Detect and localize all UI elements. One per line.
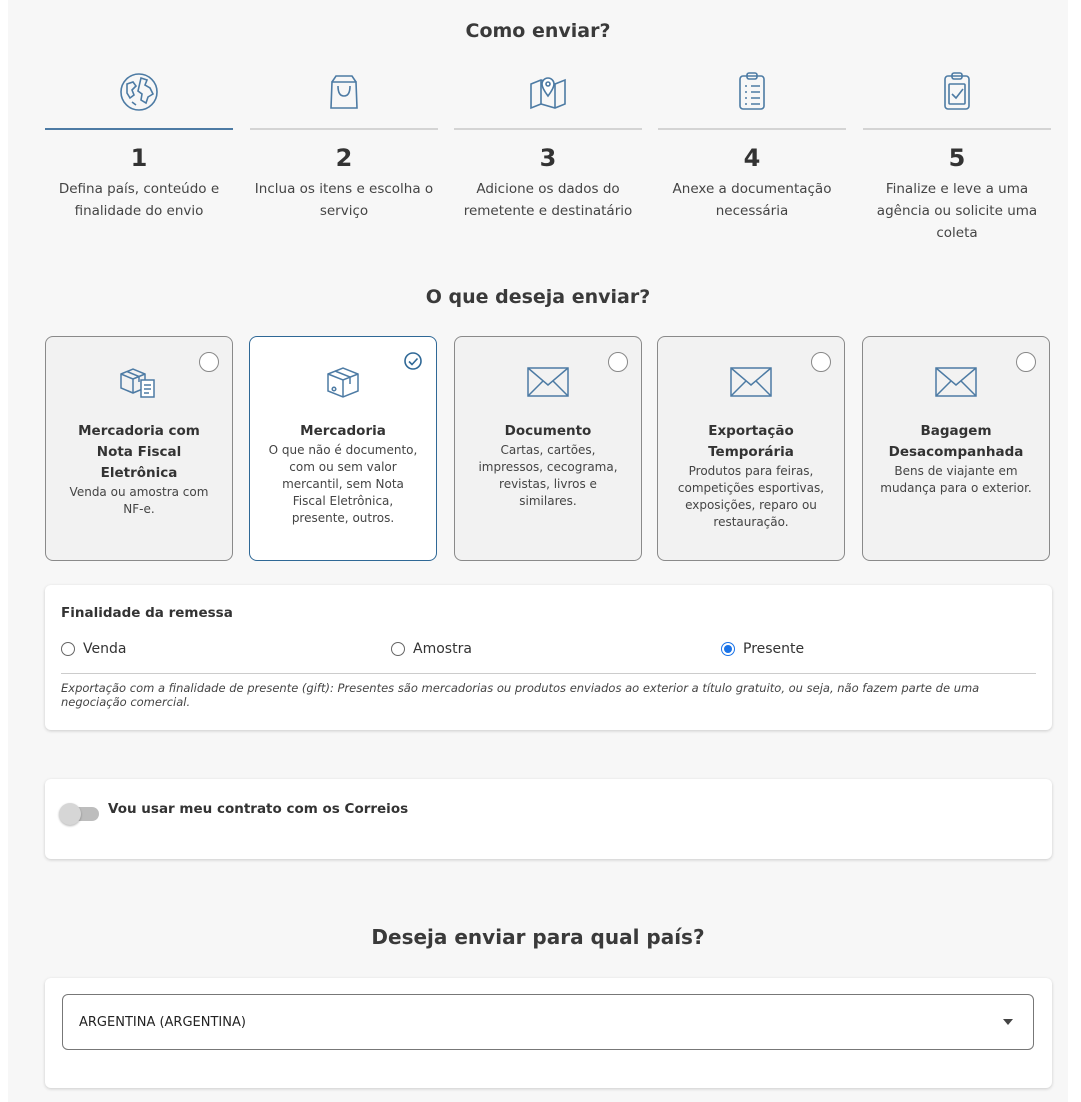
option-card-document[interactable]: Documento Cartas, cartões, impressos, ce… (454, 336, 642, 561)
option-description: Cartas, cartões, impressos, cecograma, r… (478, 443, 618, 508)
page-container: Como enviar? 1 Defina país, conteúdo e f… (8, 0, 1068, 1102)
globe-icon (120, 73, 158, 111)
map-pin-icon (530, 77, 566, 110)
option-card-temporary-export[interactable]: Exportação Temporária Produtos para feir… (657, 336, 845, 561)
contract-toggle[interactable] (59, 802, 101, 825)
country-panel: ARGENTINA (ARGENTINA) (45, 978, 1052, 1088)
step-3: 3 Adicione os dados do remetente e desti… (454, 70, 642, 222)
purpose-note: Exportação com a finalidade de presente … (61, 681, 980, 709)
step-1: 1 Defina país, conteúdo e finalidade do … (45, 70, 233, 222)
step-number: 1 (130, 144, 148, 172)
purpose-panel: Finalidade da remessa Venda Amostra Pres… (45, 585, 1052, 730)
check-circle-icon (404, 352, 422, 370)
divider (61, 673, 1036, 674)
option-card-unaccompanied-baggage[interactable]: Bagagem Desacompanhada Bens de viajante … (862, 336, 1050, 561)
purpose-option-sale[interactable]: Venda (61, 641, 126, 657)
option-title: Mercadoria com Nota Fiscal Eletrônica (78, 423, 200, 481)
step-number: 3 (539, 144, 557, 172)
radio-label: Venda (83, 641, 127, 657)
purpose-option-sample[interactable]: Amostra (391, 641, 472, 657)
country-title: Deseja enviar para qual país? (371, 925, 705, 949)
radio-label: Presente (743, 641, 805, 657)
option-card-merchandise[interactable]: Mercadoria O que não é documento, com ou… (249, 336, 437, 561)
contract-label: Vou usar meu contrato com os Correios (108, 801, 409, 817)
step-number: 5 (948, 144, 966, 172)
purpose-label: Finalidade da remessa (61, 605, 233, 621)
radio-button[interactable] (391, 642, 405, 656)
step-description: Adicione os dados do remetente e destina… (463, 181, 633, 219)
radio-button[interactable] (721, 642, 735, 656)
step-description: Finalize e leve a uma agência ou solicit… (876, 181, 1038, 241)
option-card-merchandise-nfe[interactable]: Mercadoria com Nota Fiscal Eletrônica Ve… (45, 336, 233, 561)
option-radio[interactable] (1016, 352, 1036, 372)
country-select[interactable]: ARGENTINA (ARGENTINA) (62, 994, 1034, 1050)
boxes-invoice-icon (120, 368, 155, 398)
shopping-bag-icon (330, 75, 358, 109)
radio-button[interactable] (61, 642, 75, 656)
envelope-icon (935, 367, 977, 397)
caret-down-icon (1003, 1019, 1013, 1025)
option-title: Bagagem Desacompanhada (888, 423, 1024, 460)
option-description: Produtos para feiras, competições esport… (677, 464, 825, 529)
option-description: Bens de viajante em mudança para o exter… (880, 464, 1032, 495)
step-description: Anexe a documentação necessária (672, 181, 832, 219)
clipboard-check-icon (944, 72, 970, 110)
how-to-send-title: Como enviar? (465, 20, 611, 42)
clipboard-list-icon (739, 72, 765, 110)
envelope-icon (527, 367, 569, 397)
step-2: 2 Inclua os itens e escolha o serviço (250, 70, 438, 222)
purpose-option-gift[interactable]: Presente (721, 641, 804, 657)
step-5: 5 Finalize e leve a uma agência ou solic… (863, 70, 1051, 244)
step-number: 2 (335, 144, 353, 172)
option-radio[interactable] (199, 352, 219, 372)
country-selected-value: ARGENTINA (ARGENTINA) (79, 1014, 246, 1030)
contract-panel: Vou usar meu contrato com os Correios (45, 779, 1052, 859)
what-to-send-title: O que deseja enviar? (425, 286, 651, 308)
option-title: Exportação Temporária (708, 423, 794, 460)
option-radio[interactable] (811, 352, 831, 372)
step-4: 4 Anexe a documentação necessária (658, 70, 846, 222)
step-description: Inclua os itens e escolha o serviço (254, 181, 434, 219)
radio-label: Amostra (413, 641, 472, 657)
option-radio[interactable] (608, 352, 628, 372)
option-description: O que não é documento, com ou sem valor … (268, 443, 418, 525)
option-title: Mercadoria (300, 423, 386, 439)
box-icon (327, 367, 359, 398)
option-description: Venda ou amostra com NF-e. (69, 485, 209, 516)
toggle-knob (59, 803, 81, 825)
option-title: Documento (504, 423, 592, 439)
step-number: 4 (743, 144, 761, 172)
step-description: Defina país, conteúdo e finalidade do en… (58, 181, 220, 219)
envelope-icon (730, 367, 772, 397)
